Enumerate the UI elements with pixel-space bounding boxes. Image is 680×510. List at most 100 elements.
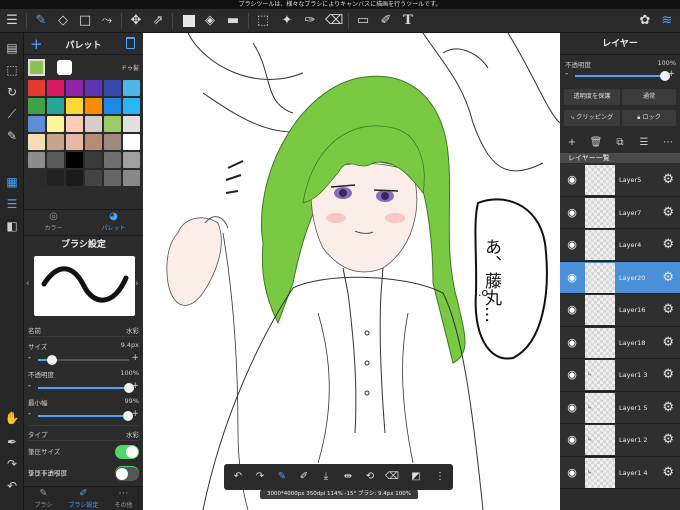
text-tool-icon[interactable]: T (399, 12, 417, 30)
rotate-reset-icon[interactable]: ⟲ (362, 469, 378, 485)
slider-knob[interactable] (46, 355, 57, 365)
soft-edge-toggle[interactable] (115, 467, 139, 481)
plus-icon[interactable]: + (667, 69, 675, 79)
flip-icon[interactable]: ⇹ (340, 469, 356, 485)
redo-icon[interactable]: ↷ (252, 469, 268, 485)
grip-icon[interactable]: ⋮ (432, 469, 448, 485)
layer-panel-icon[interactable]: ◧ (3, 217, 21, 235)
divide-tool-icon[interactable]: ▭ (354, 12, 372, 30)
lock-button[interactable]: 🔒︎ ロック (622, 110, 676, 126)
undo-icon[interactable]: ↶ (230, 469, 246, 485)
gear-icon[interactable]: ⚙ (662, 335, 674, 351)
brush-type-value[interactable]: 水彩 (126, 429, 139, 439)
plus-icon[interactable]: + (131, 409, 139, 419)
layer-row[interactable]: ◉ ↳ Layer1 4 ⚙ (560, 456, 680, 489)
visibility-eye-icon[interactable]: ◉ (564, 303, 580, 317)
palette-swatch[interactable] (123, 152, 140, 168)
gear-icon[interactable]: ⚙ (662, 270, 674, 286)
layer-row[interactable]: ◉ Layer18 ⚙ (560, 326, 680, 359)
palette-swatch[interactable] (66, 134, 83, 150)
minus-icon[interactable]: - (28, 409, 31, 419)
move-tool-icon[interactable]: ✥ (127, 12, 145, 30)
palette-swatch[interactable] (85, 98, 102, 114)
visibility-eye-icon[interactable]: ◉ (564, 336, 580, 350)
palette-swatch[interactable] (123, 116, 140, 132)
palette-swatch[interactable] (85, 80, 102, 96)
layer-row[interactable]: ◉ Layer20 ⚙ (560, 261, 680, 294)
pen-icon[interactable]: ✐ (296, 469, 312, 485)
brush-icon[interactable]: ✎ (274, 469, 290, 485)
palette-swatch[interactable] (66, 170, 83, 186)
gear-icon[interactable]: ⚙ (662, 237, 674, 253)
palette-swatch[interactable] (66, 80, 83, 96)
tab-other[interactable]: ⋯ その他 (104, 487, 143, 510)
deselect-icon[interactable]: ⬚ (3, 61, 21, 79)
delete-layer-icon[interactable]: 🗑︎ (588, 135, 604, 151)
layer-row[interactable]: ◉ ↳ Layer1 3 ⚙ (560, 359, 680, 392)
layer-thumbnail-icon[interactable]: ◩ (408, 469, 424, 485)
palette-swatch[interactable] (123, 134, 140, 150)
pages-icon[interactable]: ▤ (3, 39, 21, 57)
brush-tool-icon[interactable]: ✎ (32, 12, 50, 30)
color-panel-icon[interactable]: ▦ (3, 173, 21, 191)
magic-wand-icon[interactable]: ✦ (278, 12, 296, 30)
secondary-color-swatch[interactable] (57, 60, 72, 75)
palette-swatch[interactable] (104, 80, 121, 96)
fill-square-icon[interactable] (183, 15, 195, 27)
palette-swatch[interactable] (85, 152, 102, 168)
palette-swatch[interactable] (85, 134, 102, 150)
brush-size-slider[interactable]: - + (28, 353, 139, 365)
palette-swatch[interactable] (85, 116, 102, 132)
plus-icon[interactable]: + (131, 353, 139, 363)
layer-row[interactable]: ◉ Layer7 ⚙ (560, 196, 680, 229)
palette-swatch[interactable] (123, 80, 140, 96)
palette-swatch[interactable] (104, 116, 121, 132)
redo-icon[interactable]: ↷ (3, 455, 21, 473)
palette-swatch[interactable] (47, 152, 64, 168)
gear-icon[interactable]: ⚙ (662, 205, 674, 221)
tab-brush[interactable]: ✎ ブラシ (24, 487, 63, 510)
eyedropper-icon[interactable]: ✒ (3, 433, 21, 451)
palette-swatch[interactable] (28, 152, 45, 168)
palette-swatch[interactable] (28, 170, 45, 186)
blend-mode-button[interactable]: 通常 (622, 89, 676, 105)
brush-panel-icon[interactable]: ☰ (3, 195, 21, 213)
duplicate-layer-icon[interactable]: ⧉ (612, 135, 628, 151)
palette-swatch[interactable] (47, 116, 64, 132)
clipping-button[interactable]: ⤷ クリッピング (564, 110, 620, 126)
gear-icon[interactable]: ⚙ (662, 172, 674, 188)
select-eraser-icon[interactable]: ⌫ (325, 12, 343, 30)
min-width-slider[interactable]: - + (28, 409, 139, 421)
lasso-tool-icon[interactable]: ⤳ (98, 12, 116, 30)
layer-row[interactable]: ◉ ↳ Layer1 5 ⚙ (560, 391, 680, 424)
visibility-eye-icon[interactable]: ◉ (564, 401, 580, 415)
palette-swatch[interactable] (47, 134, 64, 150)
visibility-eye-icon[interactable]: ◉ (564, 173, 580, 187)
download-icon[interactable]: ⤓ (318, 469, 334, 485)
palette-swatch[interactable] (28, 134, 45, 150)
gear-icon[interactable]: ⚙ (662, 465, 674, 481)
palette-swatch[interactable] (123, 170, 140, 186)
palette-swatch[interactable] (104, 134, 121, 150)
select-pen-icon[interactable]: ✑ (301, 12, 319, 30)
brush-name-value[interactable]: 水彩 (126, 325, 139, 335)
current-color-swatch[interactable] (28, 59, 45, 76)
bucket-tool-icon[interactable]: ◈ (201, 12, 219, 30)
rectangle-tool-icon[interactable]: □ (76, 12, 94, 30)
tab-palette[interactable]: ◕ パレット (84, 210, 143, 234)
palette-swatch[interactable] (104, 98, 121, 114)
materials-icon[interactable]: ✿ (636, 12, 654, 30)
palette-swatch[interactable] (104, 152, 121, 168)
layer-row[interactable]: ◉ Layer5 ⚙ (560, 164, 680, 197)
drawing-canvas[interactable]: .o あ、藤丸… (143, 33, 560, 510)
next-brush-icon[interactable]: › (135, 279, 139, 289)
visibility-eye-icon[interactable]: ◉ (564, 238, 580, 252)
visibility-eye-icon[interactable]: ◉ (564, 433, 580, 447)
visibility-eye-icon[interactable]: ◉ (564, 271, 580, 285)
prev-brush-icon[interactable]: ‹ (26, 279, 30, 289)
palette-swatch[interactable] (66, 116, 83, 132)
undo-icon[interactable]: ↶ (3, 477, 21, 495)
pen-size-toggle[interactable] (115, 445, 139, 459)
layer-row[interactable]: ◉ Layer16 ⚙ (560, 294, 680, 327)
tab-brush-settings[interactable]: ✐ ブラシ設定 (64, 487, 103, 510)
